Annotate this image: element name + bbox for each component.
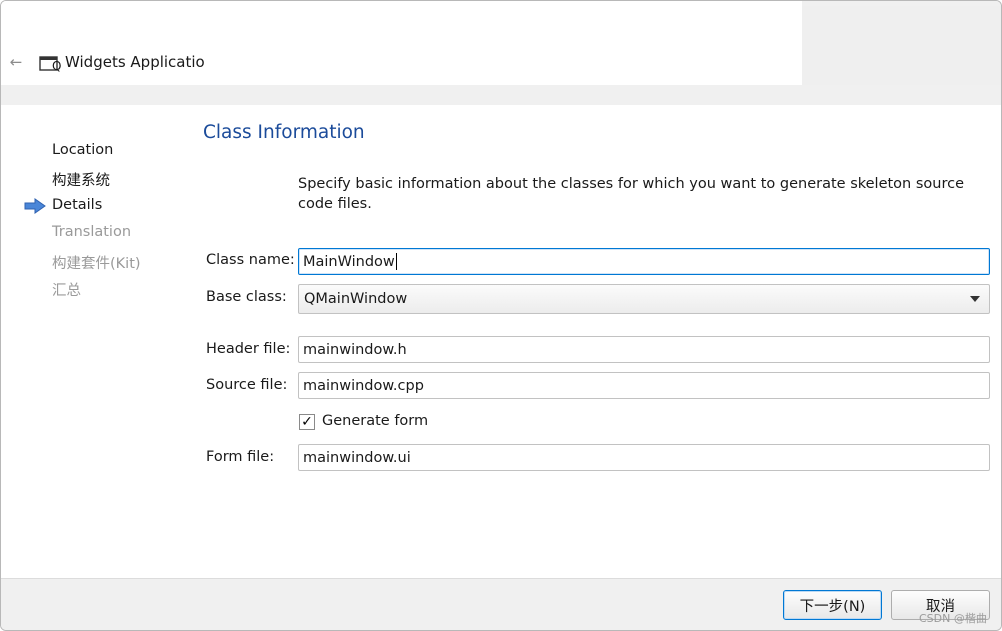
back-arrow-icon[interactable]: ← (5, 51, 27, 73)
chevron-down-icon (970, 296, 980, 302)
nav-step-translation: Translation (52, 224, 132, 240)
next-button[interactable]: 下一步(N) (783, 590, 882, 620)
watermark: CSDN @楷曲 (919, 612, 987, 625)
form-file-label: Form file: (206, 449, 275, 465)
form-file-input[interactable]: mainwindow.ui (298, 444, 990, 471)
generate-form-checkbox[interactable]: ✓ (299, 414, 315, 430)
header-file-value: mainwindow.h (303, 341, 407, 358)
nav-step-build-system: 构建系统 (52, 173, 110, 189)
page-description: Specify basic information about the clas… (298, 176, 965, 212)
base-class-value: QMainWindow (304, 291, 408, 307)
nav-step-details: Details (52, 197, 103, 213)
class-name-label: Class name: (206, 252, 295, 268)
text-caret (395, 253, 397, 270)
wizard-window: ← Q Widgets Applicatio Location 构建系统 Det… (0, 0, 1002, 631)
generate-form-label[interactable]: Generate form (322, 413, 428, 429)
page-title: Class Information (203, 122, 365, 143)
nav-step-location: Location (52, 142, 114, 158)
svg-text:Q: Q (52, 59, 61, 72)
checkmark-icon: ✓ (301, 414, 313, 430)
source-file-input[interactable]: mainwindow.cpp (298, 372, 990, 399)
base-class-select[interactable]: QMainWindow (298, 284, 990, 314)
nav-step-summary: 汇总 (52, 283, 81, 299)
title-bar-right-area (802, 6, 1001, 85)
title-bar: ← Q Widgets Applicatio (1, 1, 1001, 105)
current-step-arrow-icon (24, 198, 46, 214)
header-file-label: Header file: (206, 341, 291, 357)
class-name-value: MainWindow (303, 253, 395, 270)
qt-app-icon: Q (39, 56, 61, 72)
class-name-input[interactable]: MainWindow (298, 248, 990, 275)
title-bar-area (1, 1, 802, 85)
base-class-label: Base class: (206, 289, 287, 305)
source-file-label: Source file: (206, 377, 288, 393)
form-file-value: mainwindow.ui (303, 449, 411, 466)
header-file-input[interactable]: mainwindow.h (298, 336, 990, 363)
source-file-value: mainwindow.cpp (303, 377, 424, 394)
nav-step-kits: 构建套件(Kit) (52, 256, 141, 272)
window-title: Widgets Applicatio (65, 53, 205, 71)
